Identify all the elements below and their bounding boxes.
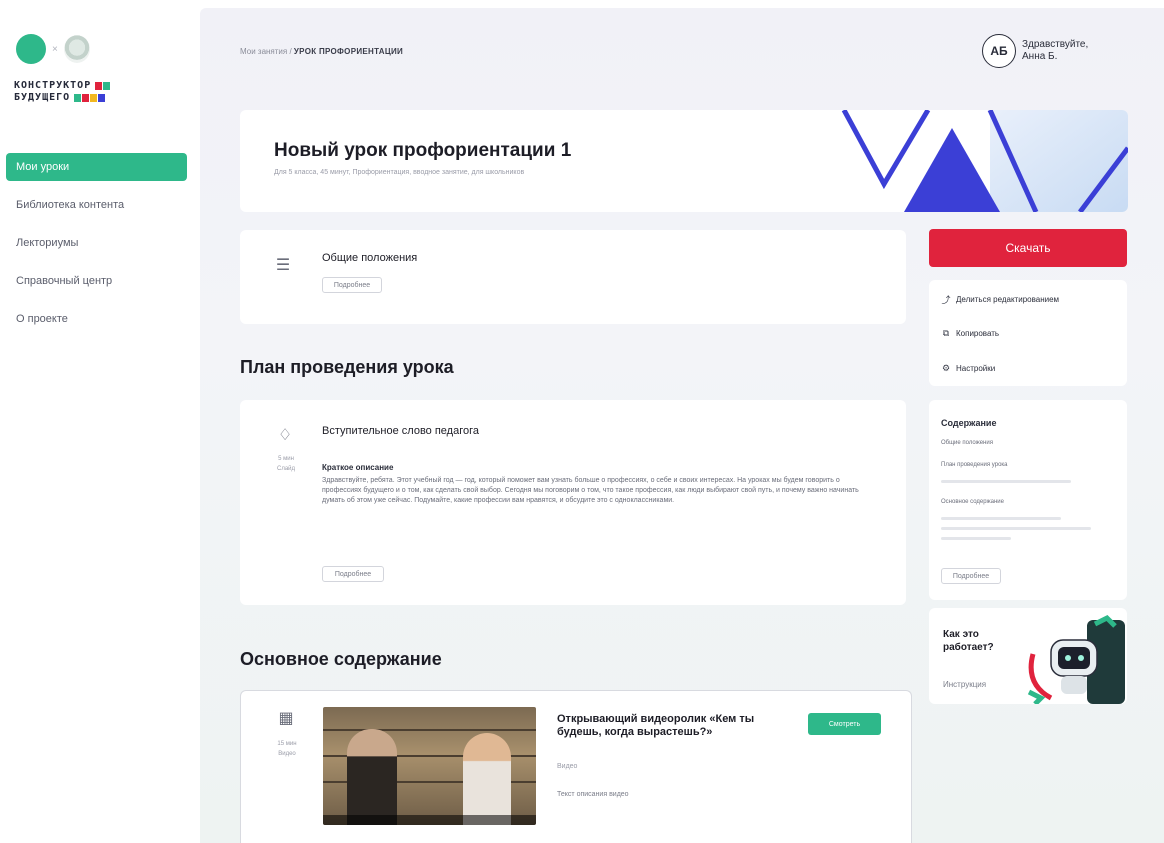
avatar[interactable]: АБ [982,34,1016,68]
video-control-bar[interactable] [323,815,536,825]
video-title: Открывающий видеоролик «Кем ты будешь, к… [557,713,755,738]
logo-separator: × [52,43,58,55]
intro-title: Вступительное слово педагога [322,425,479,437]
video-thumbnail[interactable] [323,707,536,825]
share-icon: ⤴ [941,295,951,305]
brand-line-2: БУДУЩЕГО [14,92,71,103]
breadcrumb-current: УРОК ПРОФОРИЕНТАЦИИ [293,47,404,56]
watch-video-button[interactable]: Смотреть [808,713,881,735]
intro-more-button[interactable]: Подробнее [322,566,384,582]
share-editing-label: Делиться редактированием [956,295,1060,304]
contents-item-main[interactable]: Основное содержание [941,499,1004,505]
video-time: 15 мин Видео [269,739,305,759]
lesson-actions-panel: ⤴ Делиться редактированием ⧉ Копировать … [929,280,1127,386]
sidebar-item-content-library[interactable]: Библиотека контента [6,191,187,219]
copy-label: Копировать [956,329,1000,338]
robot-mascot-icon [1027,614,1125,704]
emblem-logo [63,35,90,63]
intro-paragraph: Здравствуйте, ребята. Этот учебный год —… [322,477,859,504]
lesson-subtitle: Для 5 класса, 45 минут, Профориентация, … [274,169,525,176]
video-step-card: ▦ 15 мин Видео Открывающий видеоролик «К… [240,690,912,843]
video-step-icon: ▦ [278,710,294,727]
sidebar-item-lectures[interactable]: Лекториумы [6,229,187,257]
brand-wordmark: КОНСТРУКТОР БУДУЩЕГО [14,80,164,104]
logo-row: × [16,34,90,64]
brand-color-bars-2 [74,94,106,102]
contents-item-plan[interactable]: План проведения урока [941,462,1008,468]
video-person-left [347,729,397,825]
video-meta: Видео [557,763,578,770]
download-button[interactable]: Скачать [929,229,1127,267]
settings-icon: ⚙ [941,363,951,373]
intro-subheading: Краткое описание [322,463,394,472]
video-time-label: 15 мин [277,741,297,747]
sidebar: × КОНСТРУКТОР БУДУЩЕГО Мои уроки Библиот… [0,0,200,843]
sidebar-nav: Мои уроки Библиотека контента Лекториумы… [6,153,187,343]
lesson-title-card: Новый урок профориентации 1 Для 5 класса… [240,110,1128,212]
decorative-shapes-icon [841,110,1128,212]
main-content-heading: Основное содержание [240,649,442,669]
share-editing-action[interactable]: ⤴ Делиться редактированием [941,293,1059,306]
breadcrumb-parent[interactable]: Мои занятия / [240,47,292,56]
user-menu[interactable]: АБ Здравствуйте, Анна Б. [982,34,1122,68]
lesson-title: Новый урок профориентации 1 [274,140,572,161]
contents-panel: Содержание Общие положения План проведен… [929,400,1127,600]
general-provisions-card: ☰ Общие положения Подробнее [240,230,906,324]
settings-action[interactable]: ⚙ Настройки [941,363,995,374]
step-time-label: 5 мин [278,456,294,462]
brand-color-bars [95,82,111,90]
lightbulb-icon: ♢ [277,427,293,444]
video-description: Текст описания видео [557,791,629,798]
contents-subitem-line [941,537,1011,540]
contents-heading: Содержание [941,418,997,428]
sidebar-item-help-center[interactable]: Справочный центр [6,267,187,295]
general-title: Общие положения [322,252,418,264]
step-time: 5 мин Слайд [268,454,304,474]
copy-action[interactable]: ⧉ Копировать [941,328,999,339]
breadcrumb: Мои занятия / УРОК ПРОФОРИЕНТАЦИИ [240,47,403,56]
video-person-right [463,733,511,825]
contents-subitem-line [941,480,1071,483]
how-it-works-question: Как это работает? [943,629,994,653]
contents-more-button[interactable]: Подробнее [941,568,1001,584]
instruction-link[interactable]: Инструкция [943,680,986,689]
sidebar-item-about[interactable]: О проекте [6,305,187,333]
contents-item-general[interactable]: Общие положения [941,440,993,446]
user-name: Анна Б. [1022,51,1058,62]
how-it-works-card: Как это работает? Инструкция [929,608,1127,704]
user-greeting: Здравствуйте, Анна Б. [1022,39,1122,63]
sidebar-item-my-lessons[interactable]: Мои уроки [6,153,187,181]
project-logo[interactable] [16,34,46,64]
contents-subitem-line [941,527,1091,530]
brand-line-1: КОНСТРУКТОР [14,80,92,91]
step-time-sub: Слайд [276,466,296,472]
intro-step-card: ♢ 5 мин Слайд Вступительное слово педаго… [240,400,906,605]
user-greeting-line: Здравствуйте, [1022,39,1089,50]
contents-subitem-line [941,517,1061,520]
plan-heading: План проведения урока [240,357,454,377]
general-more-button[interactable]: Подробнее [322,277,382,293]
document-icon: ☰ [275,257,291,274]
video-time-sub: Видео [278,751,296,757]
copy-icon: ⧉ [942,328,950,338]
settings-label: Настройки [956,364,996,373]
